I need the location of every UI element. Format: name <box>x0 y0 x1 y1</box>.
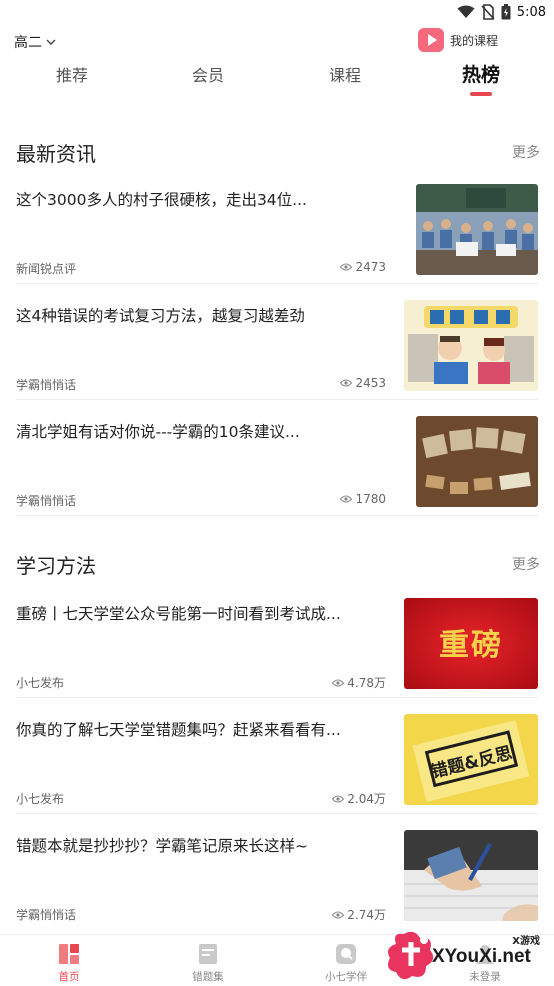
play-icon <box>417 28 444 52</box>
article-views: 1780 <box>340 492 386 506</box>
article-views: 4.78万 <box>332 674 386 691</box>
section-title: 最新资讯 <box>16 142 96 166</box>
no-sim-icon <box>481 4 495 20</box>
home-grid-icon <box>58 943 80 965</box>
article-source: 小七发布 <box>16 792 65 806</box>
article-title: 这4种错误的考试复习方法，越复习越差劲 <box>16 307 305 325</box>
nav-item-mistakes[interactable]: 错题集 <box>163 943 253 984</box>
watermark-sub: X游戏 <box>512 936 540 947</box>
top-tabs: 推荐 会员 课程 热榜 <box>0 62 554 102</box>
views-count: 2453 <box>355 376 386 390</box>
article-title: 错题本就是抄抄抄？学霸笔记原来长这样~ <box>16 837 308 855</box>
chalkboard-super-scholar-photo <box>416 416 538 507</box>
tab-recommend[interactable]: 推荐 <box>22 62 122 86</box>
article-title: 你真的了解七天学堂错题集吗？赶紧来看看有... <box>16 721 341 739</box>
views-count: 1780 <box>355 492 386 506</box>
divider <box>16 399 538 400</box>
eye-icon <box>340 495 353 503</box>
divider <box>16 283 538 284</box>
top-row: 高二 我的课程 <box>0 28 554 58</box>
nav-label: 首页 <box>58 971 80 983</box>
article-item[interactable]: 这4种错误的考试复习方法，越复习越差劲 学霸悄悄话 2453 <box>0 300 554 416</box>
article-views: 2.04万 <box>332 790 386 807</box>
eye-icon <box>340 379 353 387</box>
eye-icon <box>332 911 345 918</box>
red-banner-photo: 重磅 <box>404 598 538 689</box>
divider <box>16 813 538 814</box>
status-icons: 5:08 <box>457 4 546 20</box>
handwriting-photo <box>404 830 538 921</box>
eye-icon <box>332 795 345 802</box>
article-item[interactable]: 清北学姐有话对你说---学霸的10条建议... 学霸悄悄话 1780 <box>0 416 554 532</box>
article-title: 重磅丨七天学堂公众号能第一时间看到考试成... <box>16 605 341 623</box>
article-views: 2473 <box>340 260 386 274</box>
status-bar: 5:08 <box>0 0 554 26</box>
nav-item-companion[interactable]: 小七学伴 <box>301 943 391 984</box>
thumb-text: 重磅 <box>439 628 503 663</box>
article-views: 2.74万 <box>332 906 386 923</box>
tab-label: 课程 <box>328 66 361 85</box>
article-source: 学霸悄悄话 <box>16 908 77 922</box>
my-courses-label: 我的课程 <box>449 33 498 48</box>
article-item[interactable]: 这个3000多人的村子很硬核，走出34位... 新闻锐点评 2473 <box>0 184 554 300</box>
eye-icon <box>340 263 353 271</box>
section-title: 学习方法 <box>16 554 96 578</box>
cartoon-students-exam-photo <box>404 300 538 391</box>
article-title: 清北学姐有话对你说---学霸的10条建议... <box>16 423 300 441</box>
divider <box>16 697 538 698</box>
classroom-photo <box>416 184 538 275</box>
companion-icon <box>335 943 357 965</box>
status-time: 5:08 <box>516 4 546 20</box>
tab-label: 会员 <box>191 66 224 85</box>
nav-label: 错题集 <box>192 971 224 983</box>
notebook-icon <box>197 943 219 965</box>
article-source: 小七发布 <box>16 676 65 690</box>
watermark-text: XYouXi.net <box>432 946 531 967</box>
my-courses-button[interactable]: 我的课程 <box>417 28 498 52</box>
views-count: 2.04万 <box>347 792 386 806</box>
yellow-paper-photo: 错题&反思 <box>404 714 538 805</box>
views-count: 2.74万 <box>347 908 386 922</box>
more-link[interactable]: 更多 <box>512 554 540 574</box>
wifi-icon <box>457 5 475 18</box>
tab-label: 热榜 <box>461 64 500 86</box>
nav-item-home[interactable]: 首页 <box>24 943 114 984</box>
tab-label: 推荐 <box>55 66 88 85</box>
grade-selector[interactable]: 高二 <box>14 32 56 52</box>
watermark-logo: X游戏 XYouXi.net <box>386 926 554 986</box>
article-item[interactable]: 重磅丨七天学堂公众号能第一时间看到考试成... 小七发布 4.78万 重磅 <box>0 598 554 714</box>
tab-course[interactable]: 课程 <box>295 62 395 86</box>
chevron-down-icon <box>46 39 56 45</box>
tab-hot[interactable]: 热榜 <box>431 60 531 96</box>
more-link[interactable]: 更多 <box>512 142 540 162</box>
eye-icon <box>332 679 345 686</box>
tab-active-indicator <box>470 92 492 96</box>
views-count: 2473 <box>355 260 386 274</box>
grade-label: 高二 <box>14 35 42 51</box>
article-source: 学霸悄悄话 <box>16 378 77 392</box>
section-header-methods: 学习方法 更多 <box>0 550 554 580</box>
article-source: 新闻锐点评 <box>16 262 77 276</box>
article-title: 这个3000多人的村子很硬核，走出34位... <box>16 191 307 209</box>
article-item[interactable]: 你真的了解七天学堂错题集吗？赶紧来看看有... 小七发布 2.04万 错题&反思 <box>0 714 554 830</box>
article-source: 学霸悄悄话 <box>16 494 77 508</box>
section-header-news: 最新资讯 更多 <box>0 138 554 168</box>
nav-label: 小七学伴 <box>325 971 367 983</box>
article-views: 2453 <box>340 376 386 390</box>
battery-icon <box>501 4 511 20</box>
tab-member[interactable]: 会员 <box>158 62 258 86</box>
views-count: 4.78万 <box>347 676 386 690</box>
divider <box>16 515 538 516</box>
